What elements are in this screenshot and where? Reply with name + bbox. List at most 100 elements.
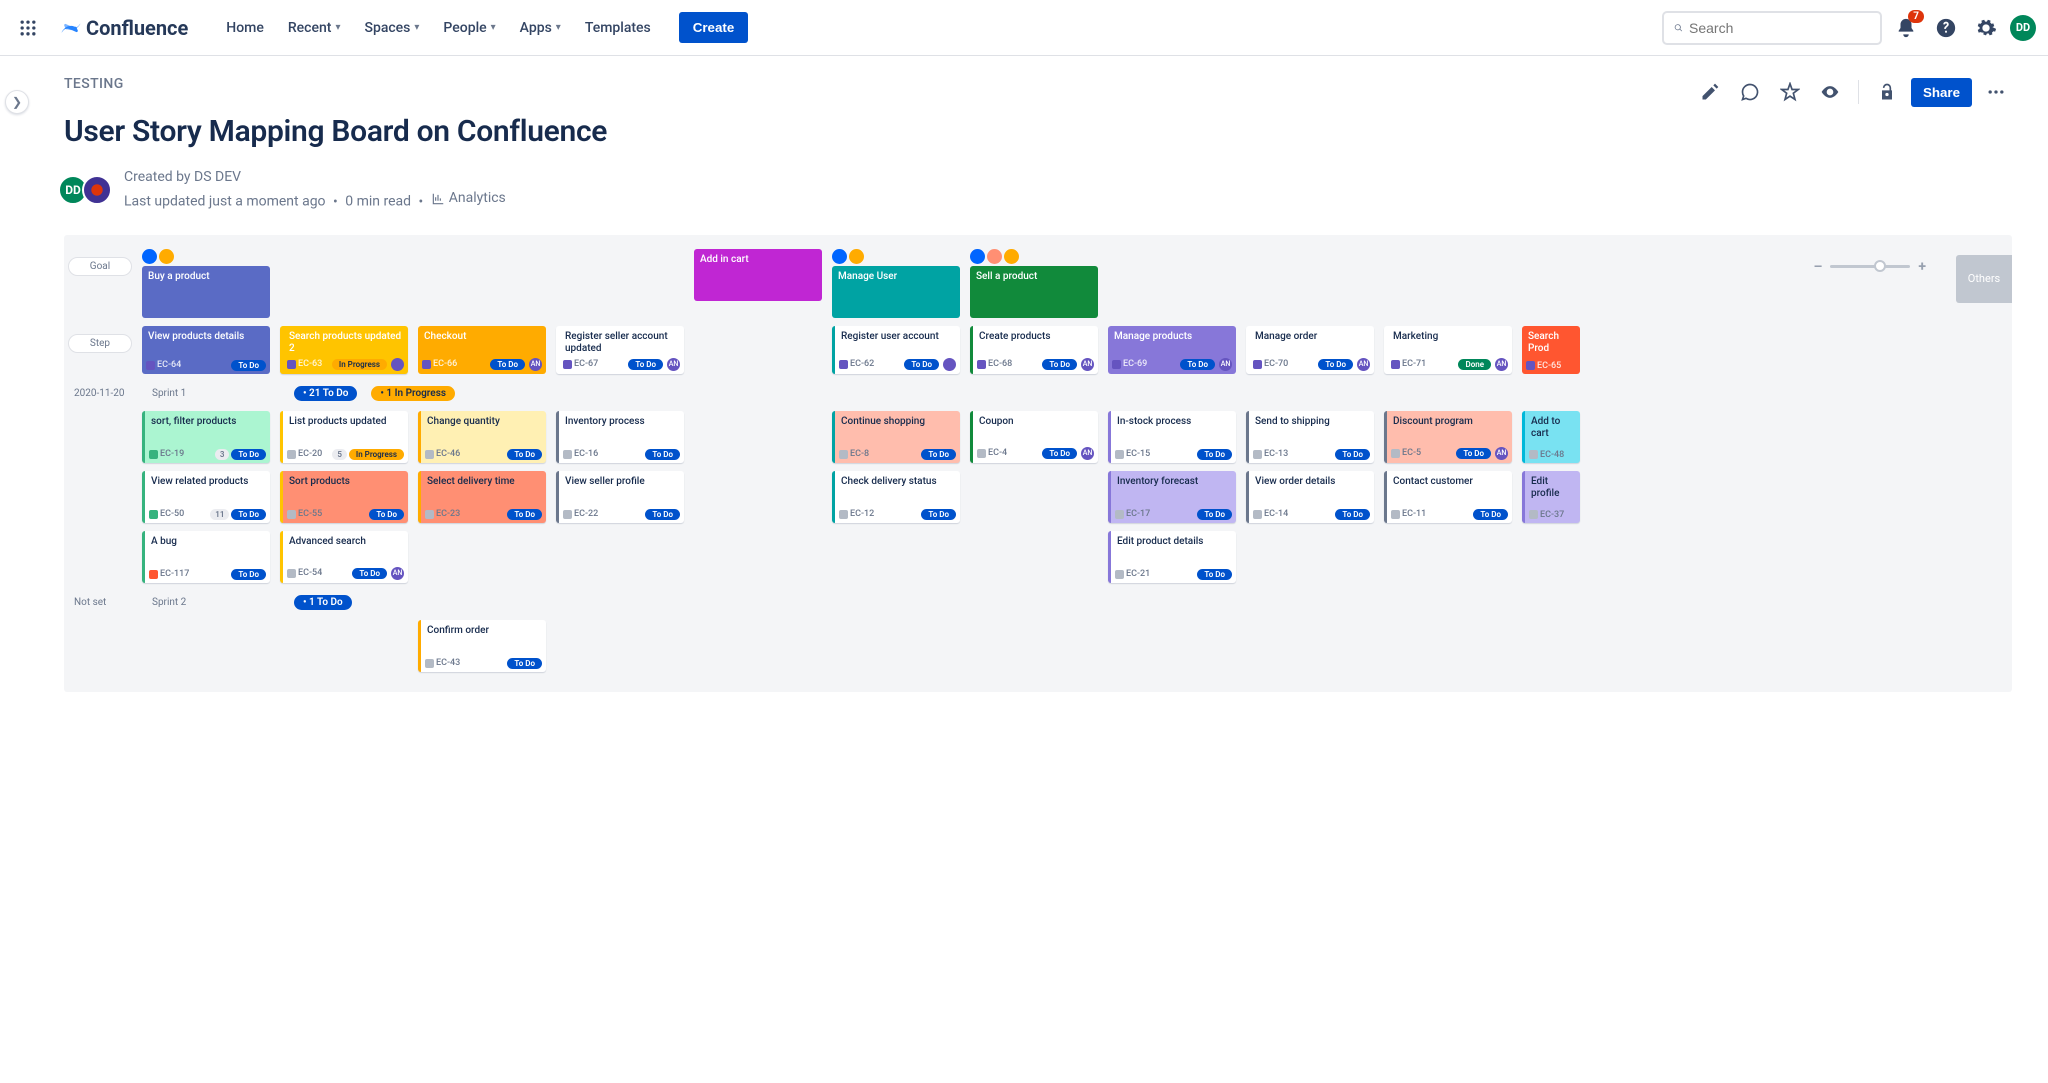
story-card[interactable]: Inventory processEC-16To Do bbox=[556, 411, 684, 463]
nav-people[interactable]: People▾ bbox=[433, 14, 505, 42]
nav-home[interactable]: Home bbox=[216, 14, 274, 42]
analytics-link[interactable]: Analytics bbox=[431, 188, 506, 209]
sprint-pill: • 21 To Do bbox=[294, 386, 357, 401]
sprint-header: Not setSprint 2• 1 To Do bbox=[68, 587, 2008, 616]
story-card[interactable]: Edit product detailsEC-21To Do bbox=[1108, 531, 1236, 583]
settings-icon[interactable] bbox=[1970, 12, 2002, 44]
story-card[interactable]: In-stock processEC-15To Do bbox=[1108, 411, 1236, 463]
story-card[interactable]: Check delivery statusEC-12To Do bbox=[832, 471, 960, 523]
story-card[interactable]: CouponEC-4To DoAN bbox=[970, 411, 1098, 463]
persona-icon bbox=[159, 249, 174, 264]
author-avatar-2[interactable] bbox=[82, 175, 112, 205]
story-card[interactable]: Edit profileEC-37 bbox=[1522, 471, 1580, 523]
last-updated: Last updated just a moment ago bbox=[124, 194, 326, 210]
assignee-avatar bbox=[391, 358, 404, 371]
goal-lane: Goal Buy a product Add in cartManage User… bbox=[68, 245, 2008, 322]
story-card[interactable]: A bugEC-117To Do bbox=[142, 531, 270, 583]
search-box[interactable] bbox=[1662, 11, 1882, 45]
persona-icon bbox=[987, 249, 1002, 264]
step-card[interactable]: Create productsEC-68To DoAN bbox=[970, 326, 1098, 374]
step-card[interactable]: MarketingEC-71DoneAN bbox=[1384, 326, 1512, 374]
story-card[interactable]: View order detailsEC-14To Do bbox=[1246, 471, 1374, 523]
story-card[interactable]: Contact customerEC-11To Do bbox=[1384, 471, 1512, 523]
story-card[interactable]: Sort productsEC-55To Do bbox=[280, 471, 408, 523]
notifications-icon[interactable]: 7 bbox=[1890, 12, 1922, 44]
chevron-down-icon: ▾ bbox=[335, 22, 340, 33]
page-title: User Story Mapping Board on Confluence bbox=[64, 114, 2012, 149]
assignee-avatar: AN bbox=[1081, 447, 1094, 460]
persona-icon bbox=[849, 249, 864, 264]
assignee-avatar: AN bbox=[1495, 447, 1508, 460]
story-card[interactable]: Add to cartEC-48 bbox=[1522, 411, 1580, 463]
step-card[interactable]: CheckoutEC-66To DoAN bbox=[418, 326, 546, 374]
page: TESTING Share User Story Mapping Board o… bbox=[0, 56, 2048, 732]
assignee-avatar bbox=[943, 358, 956, 371]
created-by-label: Created by bbox=[124, 169, 194, 185]
app-switcher-icon[interactable] bbox=[12, 12, 44, 44]
story-card[interactable]: Advanced searchEC-54To DoAN bbox=[280, 531, 408, 583]
confluence-logo[interactable]: Confluence bbox=[52, 16, 196, 40]
create-button[interactable]: Create bbox=[679, 12, 749, 43]
confluence-icon bbox=[60, 17, 82, 39]
zoom-out-icon[interactable]: – bbox=[1814, 259, 1823, 275]
story-card[interactable]: Discount programEC-5To DoAN bbox=[1384, 411, 1512, 463]
story-card[interactable]: View seller profileEC-22To Do bbox=[556, 471, 684, 523]
nav-recent[interactable]: Recent▾ bbox=[278, 14, 351, 42]
goal-card[interactable]: Buy a product bbox=[142, 266, 270, 318]
step-card[interactable]: View products detailsEC-64To Do bbox=[142, 326, 270, 374]
profile-avatar[interactable]: DD bbox=[2010, 15, 2036, 41]
step-card[interactable]: Search ProdEC-65 bbox=[1522, 326, 1580, 374]
page-actions: Share bbox=[1694, 76, 2012, 108]
comment-icon[interactable] bbox=[1734, 76, 1766, 108]
nav-templates[interactable]: Templates bbox=[575, 14, 661, 42]
sprint-date: 2020-11-20 bbox=[74, 388, 138, 399]
sprint-date: Not set bbox=[74, 597, 138, 608]
zoom-in-icon[interactable]: + bbox=[1918, 259, 1926, 275]
goal-card[interactable]: Add in cart bbox=[694, 249, 822, 301]
sprint-name: Sprint 1 bbox=[152, 388, 280, 399]
others-column[interactable]: Others bbox=[1956, 255, 2012, 303]
goal-card[interactable]: Manage User bbox=[832, 266, 960, 318]
assignee-avatar: AN bbox=[529, 358, 542, 371]
restrictions-icon[interactable] bbox=[1871, 76, 1903, 108]
persona-icon bbox=[970, 249, 985, 264]
author-name[interactable]: DS DEV bbox=[194, 169, 241, 185]
nav-spaces[interactable]: Spaces▾ bbox=[354, 14, 429, 42]
story-card[interactable]: Change quantityEC-46To Do bbox=[418, 411, 546, 463]
star-icon[interactable] bbox=[1774, 76, 1806, 108]
zoom-control: – + bbox=[1814, 259, 1926, 275]
story-card[interactable]: View related productsEC-5011To Do bbox=[142, 471, 270, 523]
story-card[interactable]: List products updatedEC-205In Progress bbox=[280, 411, 408, 463]
divider bbox=[1858, 80, 1859, 104]
story-card[interactable]: Continue shoppingEC-8To Do bbox=[832, 411, 960, 463]
goal-card[interactable]: Sell a product bbox=[970, 266, 1098, 318]
story-card[interactable]: Send to shippingEC-13To Do bbox=[1246, 411, 1374, 463]
step-card[interactable]: Register user accountEC-62To Do bbox=[832, 326, 960, 374]
edit-icon[interactable] bbox=[1694, 76, 1726, 108]
assignee-avatar: AN bbox=[1219, 358, 1232, 371]
zoom-slider[interactable] bbox=[1830, 265, 1910, 268]
story-card[interactable]: sort, filter productsEC-193To Do bbox=[142, 411, 270, 463]
assignee-avatar: AN bbox=[667, 358, 680, 371]
story-card[interactable]: Select delivery timeEC-23To Do bbox=[418, 471, 546, 523]
lane-label-goal: Goal bbox=[68, 257, 132, 276]
nav-apps[interactable]: Apps▾ bbox=[510, 14, 571, 42]
step-card[interactable]: Manage productsEC-69To DoAN bbox=[1108, 326, 1236, 374]
story-card[interactable]: Inventory forecastEC-17To Do bbox=[1108, 471, 1236, 523]
notification-badge: 7 bbox=[1908, 10, 1924, 23]
search-input[interactable] bbox=[1689, 20, 1870, 36]
share-button[interactable]: Share bbox=[1911, 78, 1972, 107]
product-name: Confluence bbox=[86, 16, 188, 40]
watch-icon[interactable] bbox=[1814, 76, 1846, 108]
step-card[interactable]: Register seller account updatedEC-67To D… bbox=[556, 326, 684, 374]
assignee-avatar: AN bbox=[1357, 358, 1370, 371]
assignee-avatar: AN bbox=[391, 567, 404, 580]
help-icon[interactable] bbox=[1930, 12, 1962, 44]
top-nav: Confluence HomeRecent▾Spaces▾People▾Apps… bbox=[0, 0, 2048, 56]
sprint-header: 2020-11-20Sprint 1• 21 To Do• 1 In Progr… bbox=[68, 378, 2008, 407]
story-card[interactable]: Confirm orderEC-43To Do bbox=[418, 620, 546, 672]
more-actions-icon[interactable] bbox=[1980, 76, 2012, 108]
step-card[interactable]: Manage orderEC-70To DoAN bbox=[1246, 326, 1374, 374]
sprint-pill: • 1 To Do bbox=[294, 595, 352, 610]
step-card[interactable]: Search products updated 2EC-63In Progres… bbox=[280, 326, 408, 374]
